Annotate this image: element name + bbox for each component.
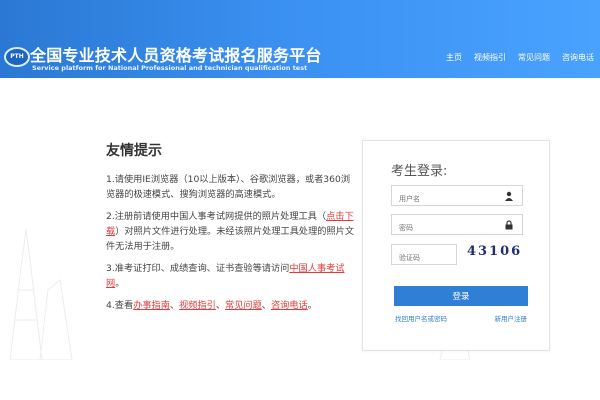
tower-illustration bbox=[9, 229, 73, 360]
tip-3-text-b: 。 bbox=[115, 278, 125, 289]
captcha-image[interactable]: 43106 bbox=[467, 244, 525, 266]
site-title: 全国专业技术人员资格考试报名服务平台 bbox=[30, 46, 322, 65]
username-field[interactable] bbox=[391, 185, 523, 209]
tip-2-text-b: ）对照片文件进行处理。未经该照片处理工具处理的照片文件无法用于注册。 bbox=[106, 226, 355, 252]
login-button[interactable]: 登录 bbox=[394, 286, 528, 306]
tip-4-end: 。 bbox=[307, 300, 317, 311]
nav-faq[interactable]: 常见问题 bbox=[518, 52, 550, 63]
user-icon bbox=[505, 191, 513, 201]
lock-icon bbox=[505, 220, 513, 230]
tips-title: 友情提示 bbox=[106, 143, 162, 159]
nav-hotline[interactable]: 咨询电话 bbox=[562, 52, 594, 63]
tip-4-text-a: 4.查看 bbox=[106, 300, 134, 311]
tip-3-text-a: 3.准考证打印、成绩查询、证书查验等请访问 bbox=[106, 263, 290, 274]
header-bar: PTH 全国专业技术人员资格考试报名服务平台 Service platform … bbox=[0, 0, 600, 78]
tip-1: 1.请使用IE浏览器（10以上版本）、谷歌浏览器，或者360浏览器的极速模式、搜… bbox=[106, 174, 351, 200]
captcha-field[interactable] bbox=[391, 244, 457, 268]
top-nav: 主页 视频指引 常见问题 咨询电话 bbox=[446, 52, 594, 63]
login-panel: 考生登录: 43106 登录 找回用户名或密码 新用户注册 bbox=[362, 140, 550, 351]
tip-2: 2.注册前请使用中国人事考试网提供的照片处理工具（点击下载）对照片文件进行处理。… bbox=[106, 209, 356, 254]
pth-logo: PTH bbox=[4, 47, 30, 67]
friendly-tips: 友情提示 1.请使用IE浏览器（10以上版本）、谷歌浏览器，或者360浏览器的极… bbox=[106, 140, 356, 320]
tip-4: 4.查看办事指南、视频指引、常见问题、咨询电话。 bbox=[106, 300, 317, 311]
nav-home[interactable]: 主页 bbox=[446, 52, 462, 63]
tip-2-text-a: 2.注册前请使用中国人事考试网提供的照片处理工具（ bbox=[106, 211, 327, 222]
register-link[interactable]: 新用户注册 bbox=[495, 313, 528, 323]
logo-text: PTH bbox=[10, 53, 24, 60]
password-field[interactable] bbox=[391, 214, 523, 238]
faq-link[interactable]: 常见问题 bbox=[225, 300, 262, 311]
hotline-link[interactable]: 咨询电话 bbox=[271, 300, 308, 311]
captcha-input[interactable] bbox=[392, 249, 456, 268]
password-input[interactable] bbox=[392, 219, 522, 238]
nav-video-guide[interactable]: 视频指引 bbox=[474, 52, 506, 63]
login-links: 找回用户名或密码 新用户注册 bbox=[395, 313, 527, 323]
video-guide-link[interactable]: 视频指引 bbox=[179, 300, 216, 311]
site-subtitle: Service platform for National Profession… bbox=[32, 64, 308, 72]
guide-link[interactable]: 办事指南 bbox=[133, 300, 170, 311]
login-title: 考生登录: bbox=[391, 164, 448, 179]
username-input[interactable] bbox=[392, 190, 522, 209]
tip-3: 3.准考证打印、成绩查询、证书查验等请访问中国人事考试网。 bbox=[106, 261, 356, 291]
forgot-password-link[interactable]: 找回用户名或密码 bbox=[395, 313, 447, 323]
